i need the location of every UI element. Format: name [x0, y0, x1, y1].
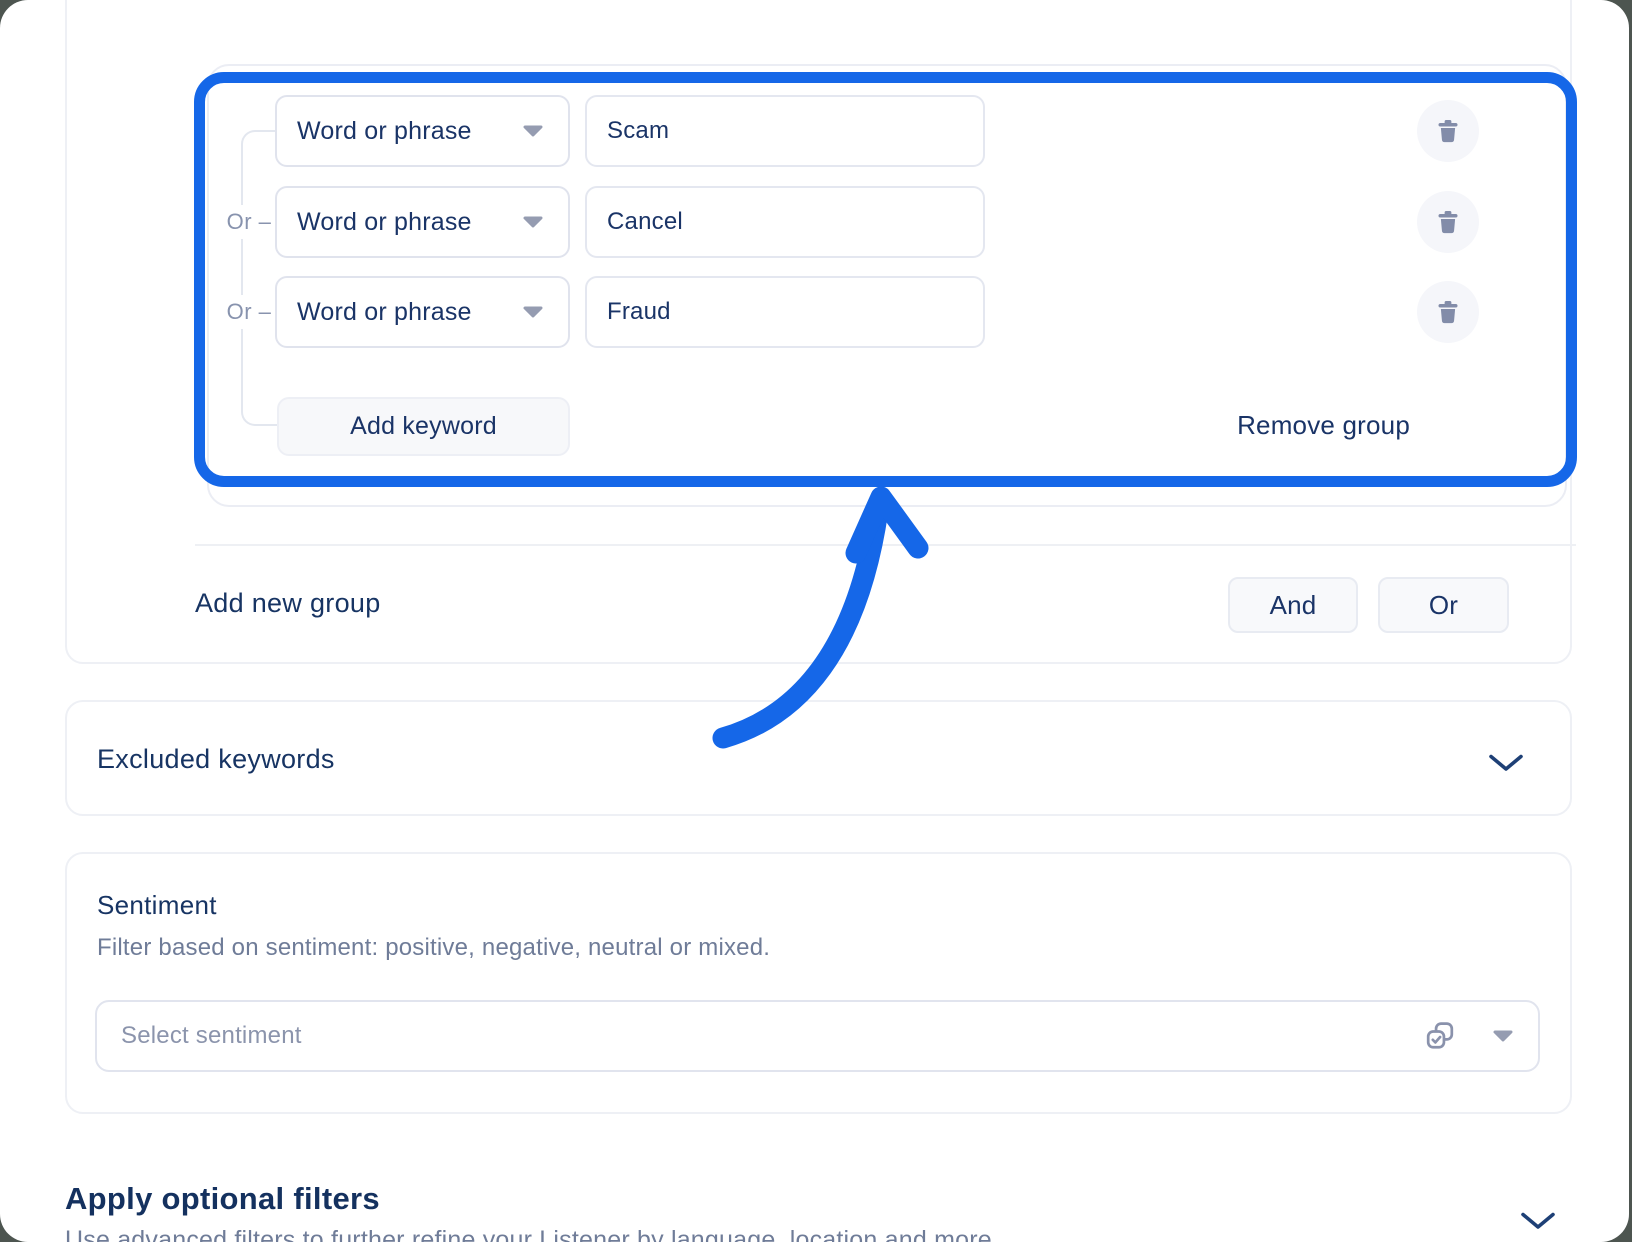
optional-filters-description: Use advanced filters to further refine y…: [65, 1226, 999, 1242]
keyword-value: Scam: [607, 117, 669, 145]
keyword-value: Cancel: [607, 208, 683, 236]
keyword-type-dropdown[interactable]: Word or phrase: [275, 95, 570, 167]
chevron-down-icon[interactable]: [1520, 1211, 1556, 1231]
and-operator-button[interactable]: And: [1228, 577, 1358, 633]
keyword-value: Fraud: [607, 298, 671, 326]
multi-select-icon: [1422, 1018, 1458, 1054]
sentiment-select[interactable]: Select sentiment: [95, 1000, 1540, 1072]
delete-keyword-button[interactable]: [1417, 191, 1479, 253]
sentiment-select-placeholder: Select sentiment: [121, 1022, 1422, 1050]
excluded-keywords-section[interactable]: Excluded keywords: [65, 700, 1572, 816]
sentiment-title: Sentiment: [97, 890, 217, 921]
keyword-type-dropdown[interactable]: Word or phrase: [275, 186, 570, 258]
chevron-down-icon: [522, 124, 544, 138]
keyword-input[interactable]: Scam: [585, 95, 985, 167]
or-operator-button[interactable]: Or: [1378, 577, 1509, 633]
chevron-down-icon: [522, 215, 544, 229]
chevron-down-icon: [1492, 1029, 1514, 1043]
trash-icon: [1433, 207, 1463, 237]
trash-icon: [1433, 297, 1463, 327]
add-new-group-button[interactable]: Add new group: [195, 588, 381, 619]
keyword-type-label: Word or phrase: [297, 117, 472, 146]
keyword-type-label: Word or phrase: [297, 298, 472, 327]
trash-icon: [1433, 116, 1463, 146]
delete-keyword-button[interactable]: [1417, 281, 1479, 343]
chevron-down-icon: [522, 305, 544, 319]
or-connector-line: [241, 130, 277, 426]
delete-keyword-button[interactable]: [1417, 100, 1479, 162]
add-keyword-button[interactable]: Add keyword: [277, 397, 570, 456]
sentiment-section: Sentiment Filter based on sentiment: pos…: [65, 852, 1572, 1114]
or-connector-label: Or –: [217, 205, 281, 239]
included-keywords-card: Word or phrase Scam Or – Word or phrase …: [65, 0, 1572, 664]
chevron-down-icon[interactable]: [1488, 753, 1524, 773]
sentiment-description: Filter based on sentiment: positive, neg…: [97, 934, 770, 962]
keyword-input[interactable]: Fraud: [585, 276, 985, 348]
keyword-input[interactable]: Cancel: [585, 186, 985, 258]
keyword-type-dropdown[interactable]: Word or phrase: [275, 276, 570, 348]
or-connector-label: Or –: [217, 295, 281, 329]
remove-group-button[interactable]: Remove group: [1237, 410, 1410, 441]
optional-filters-title: Apply optional filters: [65, 1181, 380, 1217]
excluded-keywords-title: Excluded keywords: [97, 744, 335, 775]
listener-setup-page: Word or phrase Scam Or – Word or phrase …: [0, 0, 1629, 1242]
keyword-type-label: Word or phrase: [297, 208, 472, 237]
card-divider: [195, 544, 1576, 546]
